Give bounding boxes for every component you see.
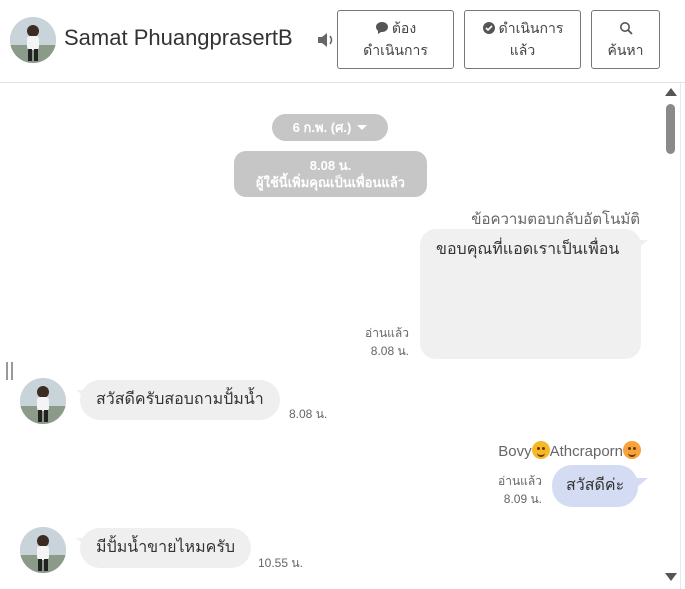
read-receipt: อ่านแล้ว 8.09 น.: [498, 472, 542, 508]
message-time: 10.55 น.: [258, 556, 303, 570]
message-time: 8.09 น.: [503, 492, 542, 506]
read-status: อ่านแล้ว: [498, 474, 542, 488]
caret-down-icon: [357, 125, 368, 130]
bubble-tail: [636, 240, 648, 250]
done-label-1: ดำเนินการ: [498, 20, 564, 36]
message-text: สวัสดีครับสอบถามปั้มน้ำ: [96, 391, 264, 408]
sender-name-prefix: Bovy: [498, 443, 532, 460]
chat-bubble-icon: [375, 22, 388, 34]
contact-name[interactable]: Samat PhuangprasertB: [64, 25, 293, 51]
date-selector[interactable]: 6 ก.พ. (ศ.): [272, 114, 388, 141]
sender-avatar[interactable]: [20, 527, 66, 573]
sender-label: ข้อความตอบกลับอัตโนมัติ: [471, 211, 640, 228]
follow-up-button[interactable]: ต้อง ดำเนินการ: [337, 10, 454, 69]
system-notice: 8.08 น. ผู้ใช้นี้เพิ่มคุณเป็นเพื่อนแล้ว: [234, 151, 427, 197]
speaker-icon[interactable]: [316, 31, 336, 49]
sender-avatar[interactable]: [20, 378, 66, 424]
message-time: 8.08 น.: [289, 407, 328, 421]
search-button[interactable]: ค้นหา: [591, 10, 660, 69]
search-label: ค้นหา: [607, 42, 644, 58]
check-bubble-icon: [482, 22, 495, 34]
bubble-tail: [636, 478, 648, 488]
resize-handle[interactable]: [6, 362, 14, 380]
scroll-up-arrow[interactable]: [665, 88, 677, 96]
follow-up-label-2: ดำเนินการ: [363, 42, 428, 58]
hug-emoji-icon: [531, 441, 550, 459]
contact-avatar[interactable]: [10, 17, 56, 63]
message-text: มีปั้มน้ำขายไหมครับ: [96, 539, 236, 556]
message-bubble-outgoing[interactable]: สวัสดีค่ะ: [552, 465, 639, 507]
message-text: สวัสดีค่ะ: [566, 477, 625, 494]
system-notice-text: ผู้ใช้นี้เพิ่มคุณเป็นเพื่อนแล้ว: [256, 175, 405, 190]
message-text: ขอบคุณที่แอดเราเป็นเพื่อน: [436, 241, 620, 258]
follow-up-label-1: ต้อง: [391, 20, 417, 36]
read-receipt: อ่านแล้ว 8.08 น.: [365, 324, 409, 360]
chat-header: Samat PhuangprasertB ต้อง ดำเนินการ ดำเน…: [0, 0, 685, 83]
done-label-2: แล้ว: [509, 42, 536, 58]
message-bubble-incoming[interactable]: มีปั้มน้ำขายไหมครับ: [80, 528, 252, 568]
sender-label: Bovy Athcraporn: [498, 441, 641, 460]
read-status: อ่านแล้ว: [365, 326, 409, 340]
search-icon: [619, 22, 633, 35]
done-button[interactable]: ดำเนินการ แล้ว: [464, 10, 581, 69]
date-label: 6 ก.พ. (ศ.): [292, 120, 352, 135]
message-bubble-incoming[interactable]: สวัสดีครับสอบถามปั้มน้ำ: [80, 380, 280, 420]
scroll-down-arrow[interactable]: [665, 573, 677, 581]
scrollbar-thumb[interactable]: [666, 104, 675, 154]
message-time: 8.08 น.: [370, 344, 409, 358]
panel-divider: [680, 83, 681, 589]
blush-emoji-icon: [623, 441, 641, 459]
sender-name: Athcraporn: [549, 443, 623, 460]
message-bubble-outgoing[interactable]: ขอบคุณที่แอดเราเป็นเพื่อน: [420, 229, 641, 359]
system-notice-time: 8.08 น.: [309, 158, 352, 173]
